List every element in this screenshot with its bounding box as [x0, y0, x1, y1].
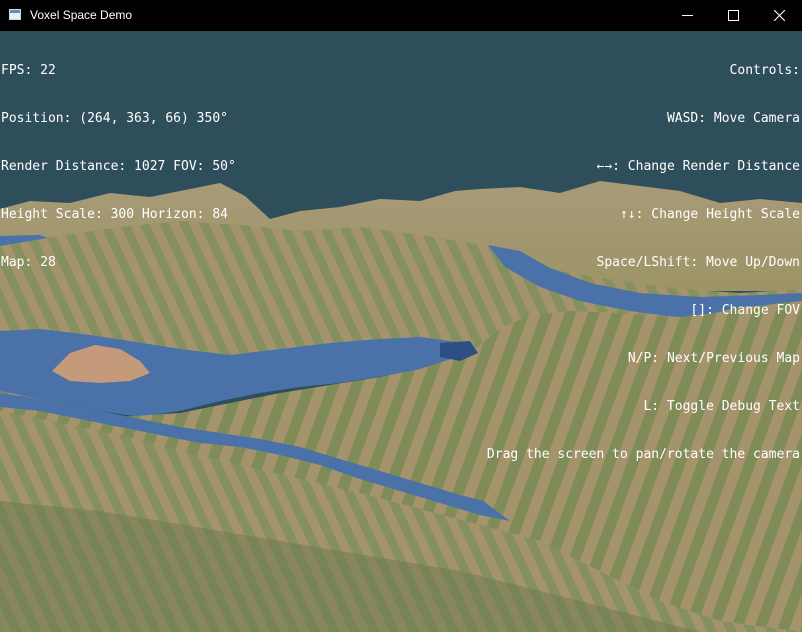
- minimize-icon: [682, 15, 693, 16]
- minimize-button[interactable]: [664, 0, 710, 31]
- control-item: []: Change FOV: [690, 303, 800, 318]
- controls-header: Controls:: [729, 63, 800, 78]
- app-window: Voxel Space Demo FPS: 22 Position: (264,…: [0, 0, 802, 632]
- app-window-icon: [9, 9, 21, 20]
- control-item: Space/LShift: Move Up/Down: [596, 255, 801, 270]
- position-readout: Position: (264, 363, 66) 350°: [1, 111, 228, 126]
- map-readout: Map: 28: [1, 255, 56, 270]
- control-item: L: Toggle Debug Text: [643, 399, 800, 414]
- render-distance-readout: Render Distance: 1027 FOV: 50°: [1, 159, 236, 174]
- height-scale-readout: Height Scale: 300 Horizon: 84: [1, 207, 228, 222]
- control-item: WASD: Move Camera: [666, 111, 800, 126]
- title-bar[interactable]: Voxel Space Demo: [0, 0, 802, 31]
- close-icon: [774, 10, 785, 21]
- maximize-icon: [728, 10, 739, 21]
- controls-overlay: Controls: WASD: Move Camera ←→: Change R…: [487, 31, 800, 495]
- control-item: Drag the screen to pan/rotate the camera: [486, 447, 800, 462]
- control-item: ←→: Change Render Distance: [596, 159, 801, 174]
- maximize-button[interactable]: [710, 0, 756, 31]
- control-item: N/P: Next/Previous Map: [627, 351, 800, 366]
- close-button[interactable]: [756, 0, 802, 31]
- debug-overlay: FPS: 22 Position: (264, 363, 66) 350° Re…: [1, 31, 236, 303]
- fps-readout: FPS: 22: [1, 63, 56, 78]
- control-item: ↑↓: Change Height Scale: [619, 207, 800, 222]
- render-viewport[interactable]: FPS: 22 Position: (264, 363, 66) 350° Re…: [0, 31, 802, 632]
- window-title: Voxel Space Demo: [30, 8, 133, 22]
